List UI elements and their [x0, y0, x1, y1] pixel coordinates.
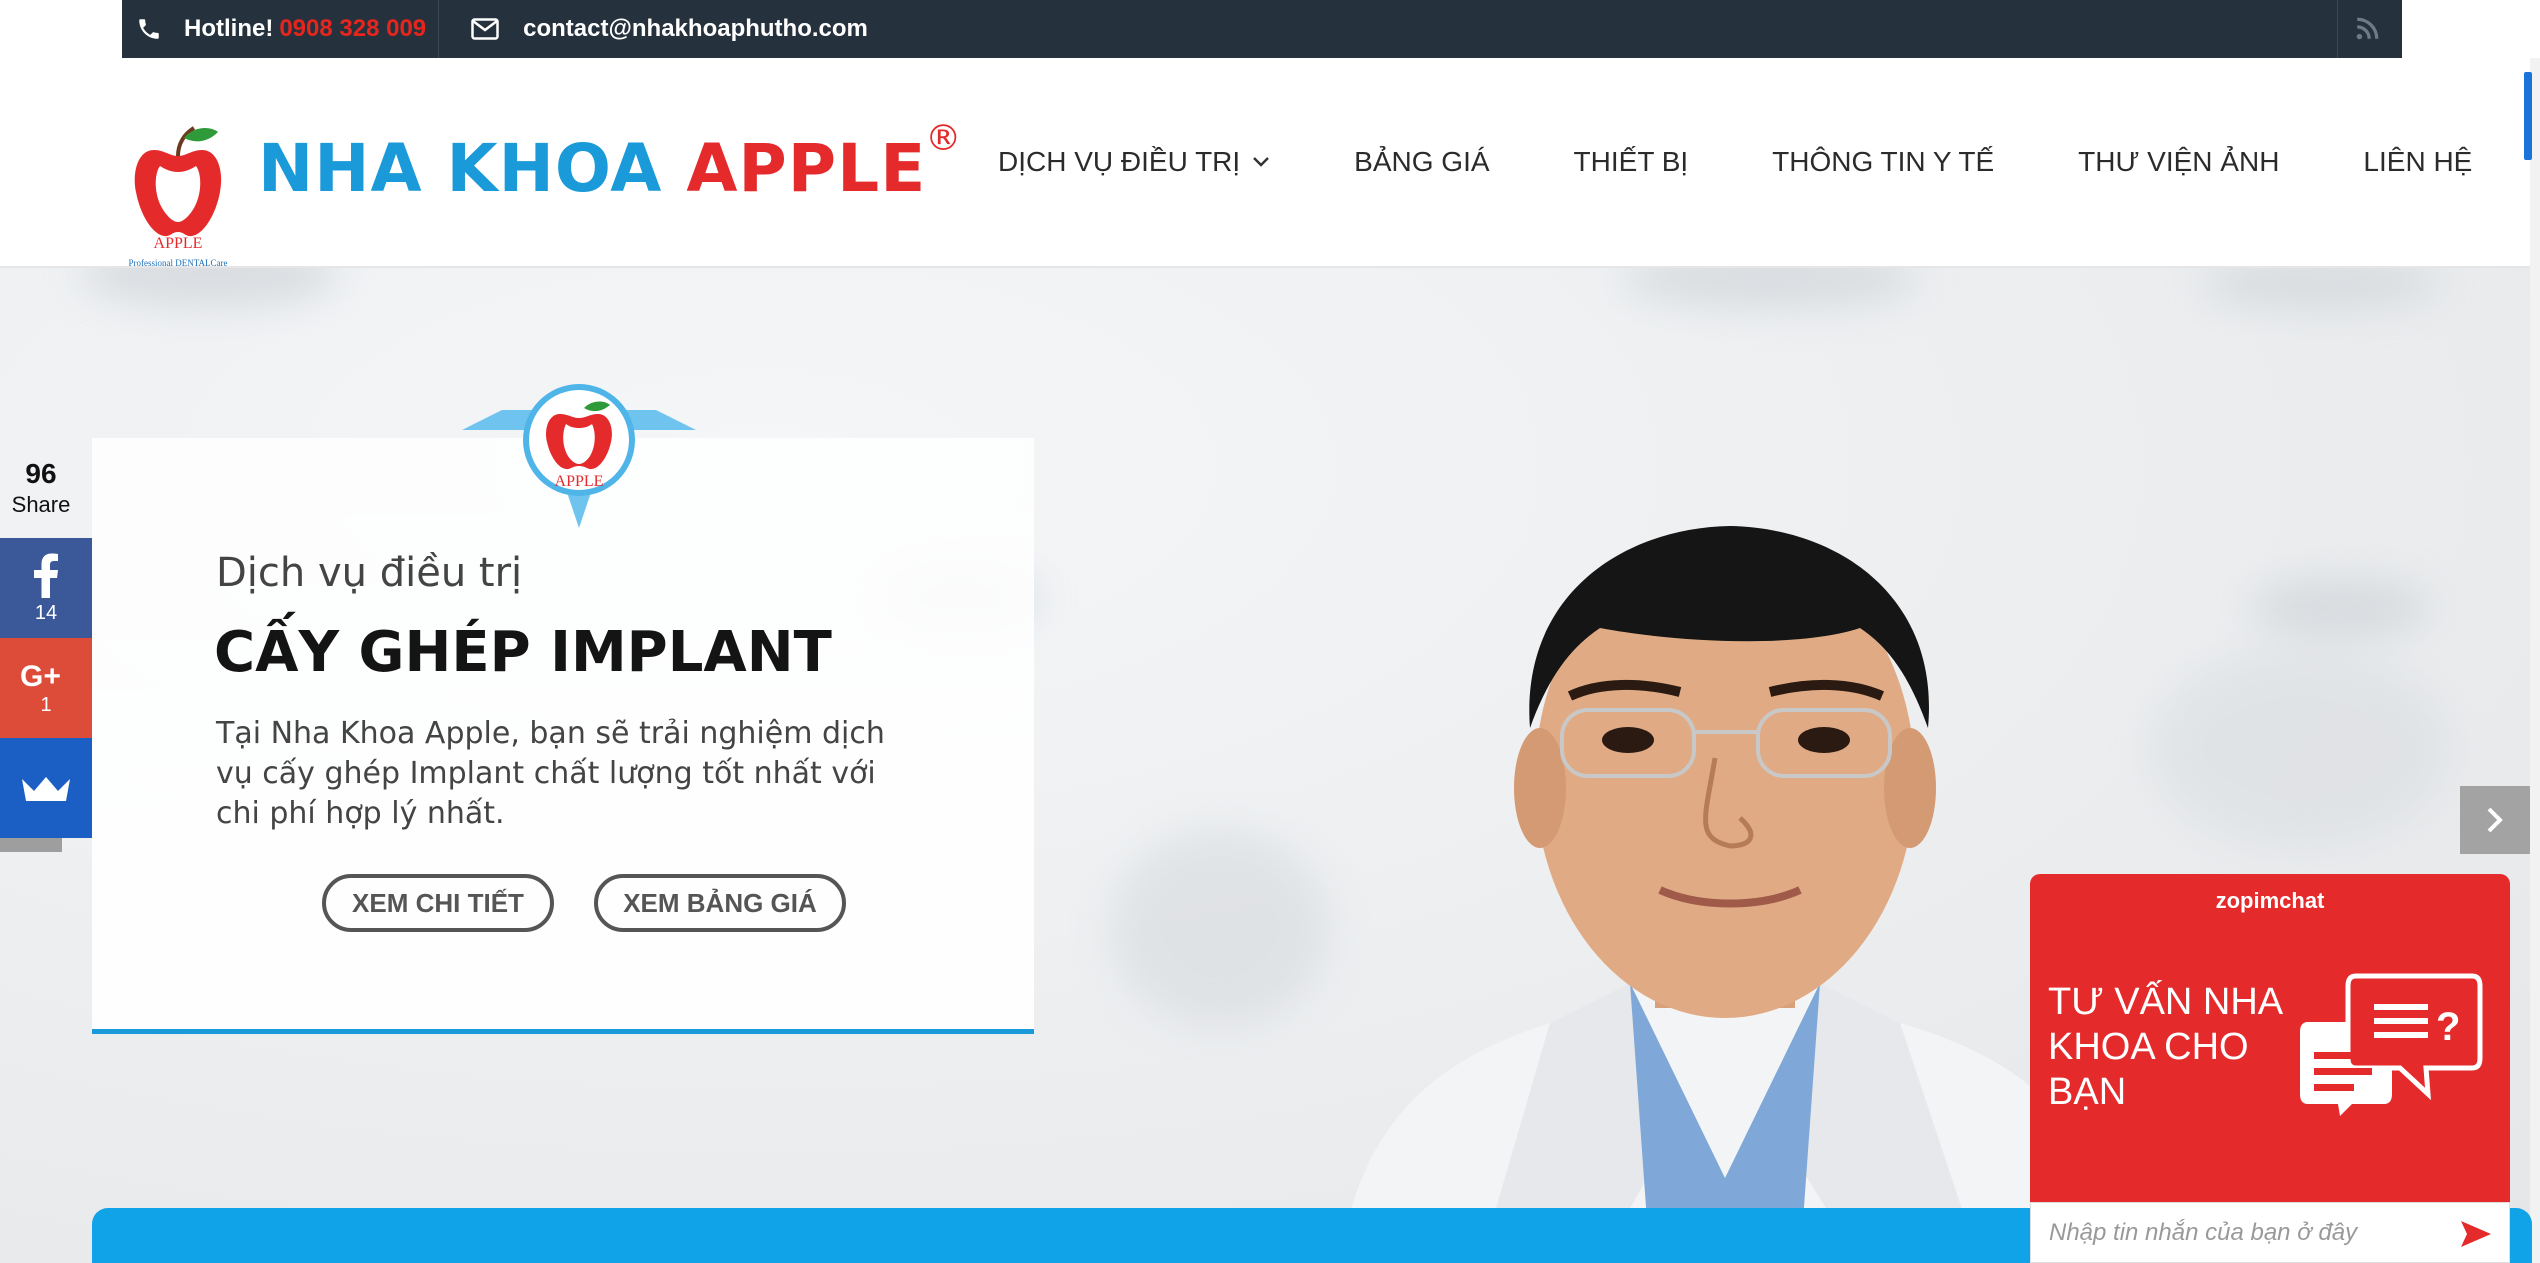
background-blur [2200, 268, 2440, 308]
chat-bubble-icon: ? [2300, 973, 2483, 1116]
view-price-button[interactable]: XEM BẢNG GIÁ [594, 874, 846, 932]
apple-badge-logo: APPLE [462, 384, 696, 528]
nav-thu-vien-anh[interactable]: THƯ VIỆN ẢNH [2078, 146, 2279, 178]
svg-text:G+: G+ [20, 660, 61, 690]
hotline-number[interactable]: 0908 328 009 [279, 15, 426, 43]
facebook-icon [34, 553, 58, 598]
scrollbar-thumb[interactable] [2524, 72, 2532, 160]
background-blur [1110, 828, 1330, 1028]
facebook-count: 14 [34, 601, 58, 624]
nav-dich-vu-dieu-tri[interactable]: DỊCH VỤ ĐIỀU TRỊ [998, 146, 1270, 178]
chat-message-input[interactable]: Nhập tin nhắn của bạn ở đây [2030, 1202, 2510, 1263]
google-plus-icon: G+ [20, 660, 61, 690]
nav-label: BẢNG GIÁ [1354, 146, 1490, 177]
nav-bang-gia[interactable]: BẢNG GIÁ [1354, 146, 1489, 178]
email-link[interactable]: contact@nhakhoaphutho.com [523, 15, 868, 43]
rss-icon[interactable] [2354, 16, 2380, 42]
nav-label: DỊCH VỤ ĐIỀU TRỊ [998, 146, 1241, 177]
hero-title: CẤY GHÉP IMPLANT [214, 620, 832, 685]
share-label: Share [11, 492, 71, 517]
background-blur [1620, 268, 1920, 308]
svg-text:Professional DENTALCare: Professional DENTALCare [128, 258, 227, 268]
share-total: 96 [25, 458, 57, 489]
chat-widget[interactable]: zopimchat TƯ VẤN NHA KHOA CHO BẠN ? Nhập… [2030, 874, 2510, 1263]
share-count: 96 Share [0, 458, 82, 518]
brand-name-blue: NHA KHOA [258, 130, 663, 207]
hero-description: Tại Nha Khoa Apple, bạn sẽ trải nghiệm d… [216, 716, 885, 831]
brand-name-red: APPLE [686, 130, 927, 207]
nav-thiet-bi[interactable]: THIẾT BỊ [1574, 146, 1689, 178]
phone-icon [136, 16, 162, 42]
google-plus-share-button[interactable]: G+ 1 [0, 638, 92, 738]
svg-text:APPLE: APPLE [154, 235, 203, 252]
background-blur [2250, 578, 2430, 638]
share-divider [0, 838, 62, 852]
nav-lien-he[interactable]: LIÊN HỆ [2363, 146, 2472, 178]
background-blur [2150, 648, 2450, 848]
hotline-label: Hotline! [184, 15, 274, 42]
nav-label: THIẾT BỊ [1573, 146, 1689, 177]
send-icon[interactable] [2459, 1219, 2493, 1249]
facebook-share-button[interactable]: 14 [0, 538, 92, 638]
slider-next-button[interactable] [2460, 786, 2530, 854]
chat-title: TƯ VẤN NHA KHOA CHO BẠN [2048, 981, 2282, 1113]
google-plus-count: 1 [40, 693, 52, 716]
chat-brand: zopimchat [2215, 888, 2325, 913]
mail-icon [471, 18, 499, 40]
chevron-right-icon [2487, 807, 2503, 833]
more-share-button[interactable] [0, 738, 92, 838]
hotline[interactable]: Hotline! 0908 328 009 [122, 0, 426, 58]
chevron-down-icon [1253, 157, 1270, 167]
svg-text:?: ? [2436, 1005, 2460, 1049]
nav-label: THƯ VIỆN ẢNH [2078, 146, 2280, 177]
hero-subtitle: Dịch vụ điều trị [216, 550, 523, 596]
scrollbar-track[interactable] [2530, 58, 2540, 1263]
registered-mark: ® [925, 118, 963, 159]
crown-icon [22, 777, 70, 801]
email-contact[interactable]: contact@nhakhoaphutho.com [439, 0, 868, 58]
nav-thong-tin-y-te[interactable]: THÔNG TIN Y TẾ [1772, 146, 1994, 178]
site-header: APPLE Professional DENTALCare NHA KHOA A… [0, 58, 2530, 268]
top-bar: Hotline! 0908 328 009 contact@nhakhoaphu… [122, 0, 2402, 58]
background-blur [80, 268, 340, 308]
chat-input-placeholder: Nhập tin nhắn của bạn ở đây [2049, 1218, 2358, 1246]
svg-text:APPLE: APPLE [555, 473, 604, 490]
main-nav: DỊCH VỤ ĐIỀU TRỊ BẢNG GIÁ THIẾT BỊ THÔNG… [998, 146, 2472, 178]
logo[interactable]: APPLE Professional DENTALCare [118, 110, 238, 274]
brand-name[interactable]: NHA KHOA APPLE ® [258, 118, 961, 207]
view-detail-button[interactable]: XEM CHI TIẾT [322, 874, 554, 932]
nav-label: THÔNG TIN Y TẾ [1772, 146, 1995, 177]
nav-label: LIÊN HỆ [2363, 146, 2473, 177]
divider [2337, 0, 2338, 58]
